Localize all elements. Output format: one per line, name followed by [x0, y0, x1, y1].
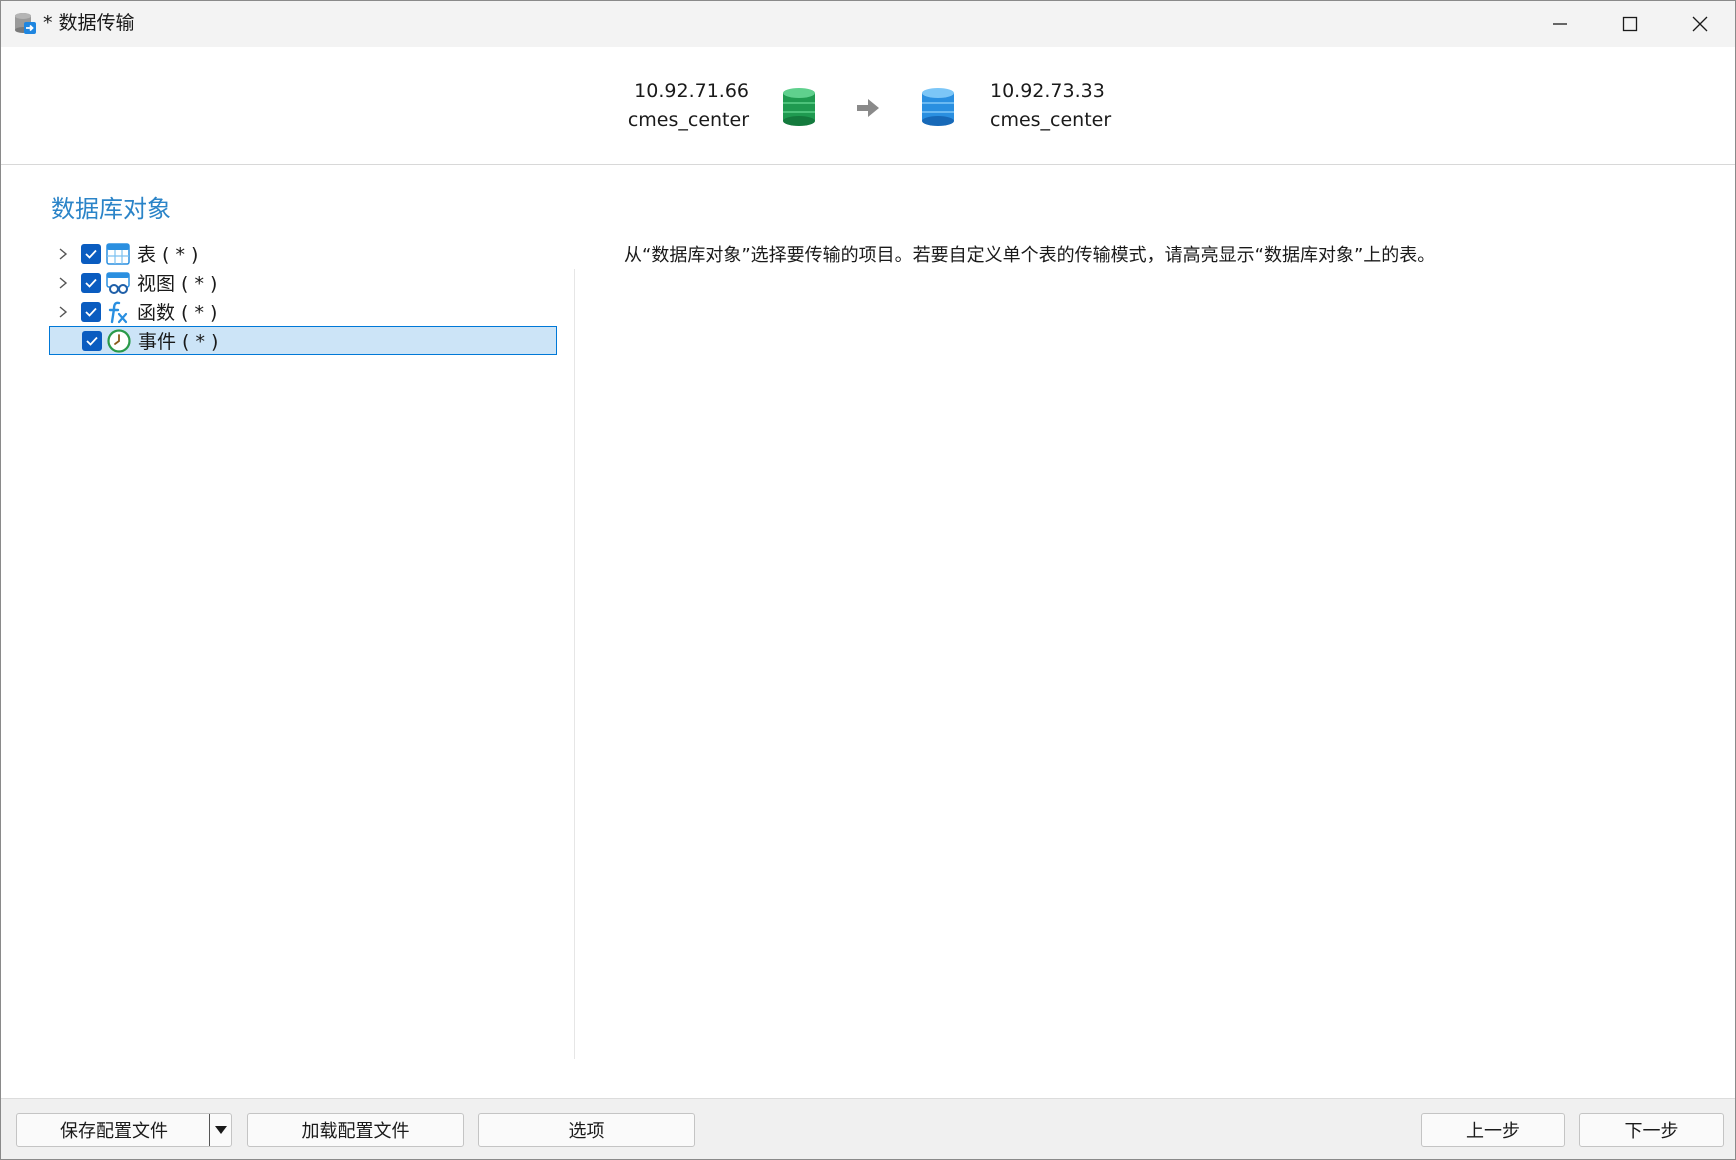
database-blue-icon — [922, 88, 954, 126]
close-icon — [1692, 16, 1708, 32]
checkmark-icon — [86, 336, 98, 346]
checkmark-icon — [85, 307, 97, 317]
tree-item-functions[interactable]: 函数 ( * ) — [49, 297, 557, 326]
tree-item-tables[interactable]: 表 ( * ) — [49, 239, 557, 268]
tree-item-label: 函数 ( * ) — [137, 302, 218, 324]
maximize-button[interactable] — [1595, 1, 1665, 47]
pane-divider[interactable] — [574, 269, 575, 1059]
save-profile-label: 保存配置文件 — [60, 1121, 168, 1142]
table-icon — [105, 242, 131, 266]
load-profile-button[interactable]: 加载配置文件 — [247, 1113, 464, 1147]
checkbox-functions[interactable] — [81, 301, 101, 322]
event-clock-icon — [106, 328, 132, 353]
save-profile-button[interactable]: 保存配置文件 — [16, 1113, 232, 1147]
maximize-icon — [1622, 16, 1638, 32]
chevron-right-icon[interactable] — [56, 276, 70, 290]
checkbox-tables[interactable] — [81, 243, 101, 264]
section-title: 数据库对象 — [51, 195, 171, 223]
tree-item-label: 事件 ( * ) — [138, 331, 219, 353]
checkbox-views[interactable] — [81, 272, 101, 293]
function-icon — [105, 300, 131, 324]
save-profile-dropdown[interactable] — [209, 1114, 231, 1146]
source-database: cmes_center — [627, 109, 749, 131]
arrow-right-icon — [857, 99, 879, 117]
data-transfer-window: * 数据传输 10.92.71.66 cmes_center 10.92.73.… — [0, 0, 1736, 1160]
options-button[interactable]: 选项 — [478, 1113, 695, 1147]
next-button[interactable]: 下一步 — [1579, 1113, 1724, 1147]
chevron-right-icon[interactable] — [56, 305, 70, 319]
caret-down-icon — [214, 1126, 227, 1134]
tree-item-label: 视图 ( * ) — [137, 273, 218, 295]
checkmark-icon — [85, 249, 97, 259]
chevron-right-icon[interactable] — [56, 247, 70, 261]
database-green-icon — [783, 88, 815, 126]
instruction-text: 从“数据库对象”选择要传输的项目。若要自定义单个表的传输模式，请高亮显示“数据库… — [624, 245, 1436, 266]
source-host: 10.92.71.66 — [634, 80, 749, 102]
target-connection: 10.92.73.33 cmes_center — [990, 77, 1190, 135]
title-bar: * 数据传输 — [1, 1, 1735, 47]
window-title: * 数据传输 — [43, 12, 135, 34]
target-host: 10.92.73.33 — [990, 80, 1105, 102]
object-tree: 表 ( * ) 视图 ( * ) 函数 (*) 事件 (*) — [49, 239, 557, 355]
tree-item-label: 表 ( * ) — [137, 244, 199, 266]
close-button[interactable] — [1665, 1, 1735, 47]
view-icon — [105, 271, 131, 295]
connection-header: 10.92.71.66 cmes_center 10.92.73.33 cmes… — [1, 47, 1735, 165]
minimize-icon — [1553, 23, 1567, 25]
tree-item-events[interactable]: 事件 ( * ) — [49, 326, 557, 355]
target-database: cmes_center — [990, 109, 1112, 131]
footer-bar: 保存配置文件 加载配置文件 选项 上一步 下一步 — [1, 1098, 1735, 1159]
source-connection: 10.92.71.66 cmes_center — [561, 77, 749, 135]
back-button[interactable]: 上一步 — [1421, 1113, 1565, 1147]
checkmark-icon — [85, 278, 97, 288]
tree-item-views[interactable]: 视图 ( * ) — [49, 268, 557, 297]
data-transfer-icon — [15, 13, 36, 34]
checkbox-events[interactable] — [82, 330, 102, 351]
minimize-button[interactable] — [1525, 1, 1595, 47]
